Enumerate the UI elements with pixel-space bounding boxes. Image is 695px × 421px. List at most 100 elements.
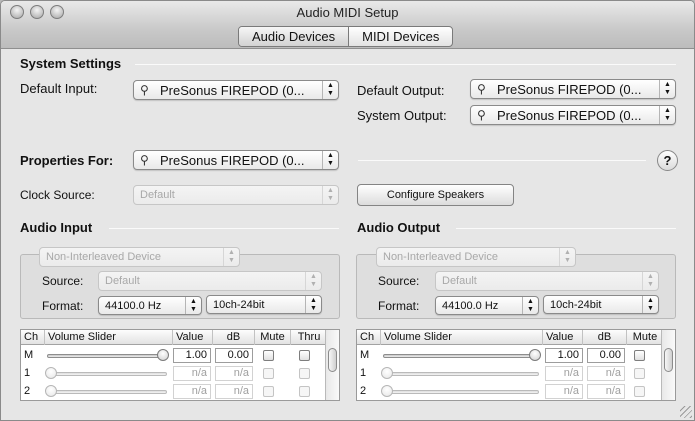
db-field[interactable]: 0.00 [215,348,253,363]
volume-slider-knob[interactable] [381,385,393,397]
value-field[interactable]: n/a [545,366,583,381]
firewire-icon: ⚲ [140,153,149,167]
channel-label: 1 [360,367,367,379]
audio-input-rate-popup[interactable]: 44100.0 Hz ▲ ▼ [98,296,202,315]
title-bar: Audio MIDI Setup Audio Devices MIDI Devi… [1,1,694,49]
db-field[interactable]: 0.00 [587,348,625,363]
column-db[interactable]: dB [213,330,255,345]
column-db[interactable]: dB [583,330,627,345]
audio-output-source-label: Source: [378,274,420,288]
value-field[interactable]: n/a [173,384,211,399]
configure-speakers-button[interactable]: Configure Speakers [357,184,514,206]
audio-output-channel-table: Ch Volume Slider Value dB Mute M 1.00 0.… [356,329,676,401]
channel-label: 2 [24,385,31,397]
audio-input-bits-value: 10ch-24bit [213,298,265,311]
audio-input-table-scrollbar[interactable] [325,330,339,400]
column-mute[interactable]: Mute [255,330,291,345]
column-ch[interactable]: Ch [21,330,45,345]
thru-checkbox[interactable] [299,368,310,379]
firewire-icon: ⚲ [477,108,486,122]
audio-output-format-label: Format: [378,299,420,313]
system-settings-heading: System Settings [20,56,122,71]
audio-input-device-mode-popup[interactable]: Non-Interleaved Device ▲ ▼ [39,247,240,267]
table-row: M 1.00 0.00 [21,347,325,365]
audio-output-divider [456,228,676,229]
popup-arrows-icon: ▲ ▼ [305,296,321,313]
table-row: 2 n/a n/a [357,383,661,400]
volume-slider[interactable] [47,372,167,376]
table-row: M 1.00 0.00 [357,347,661,365]
db-field[interactable]: n/a [587,366,625,381]
resize-grip-icon[interactable] [680,406,692,418]
volume-slider-knob[interactable] [45,385,57,397]
mute-checkbox[interactable] [263,386,274,397]
audio-input-heading: Audio Input [20,220,93,235]
mute-checkbox[interactable] [634,368,645,379]
popup-arrows-icon: ▲ ▼ [322,81,338,99]
audio-input-source-label: Source: [42,274,84,288]
db-field[interactable]: n/a [215,384,253,399]
audio-midi-setup-window: Audio MIDI Setup Audio Devices MIDI Devi… [0,0,695,421]
default-input-label: Default Input: [20,81,98,96]
system-output-popup[interactable]: ⚲ PreSonus FIREPOD (0... ▲ ▼ [470,105,676,125]
tab-midi-devices[interactable]: MIDI Devices [348,27,452,46]
audio-output-bits-popup[interactable]: 10ch-24bit ▲ ▼ [543,295,659,314]
volume-slider[interactable] [383,372,539,376]
properties-for-label: Properties For: [20,153,114,168]
audio-input-source-popup[interactable]: Default ▲ ▼ [98,271,322,291]
mute-checkbox[interactable] [634,350,645,361]
default-input-popup[interactable]: ⚲ PreSonus FIREPOD (0... ▲ ▼ [133,80,339,100]
audio-output-device-mode: Non-Interleaved Device [383,251,498,263]
volume-slider[interactable] [383,390,539,394]
value-field[interactable]: n/a [545,384,583,399]
value-field[interactable]: n/a [173,366,211,381]
thru-checkbox[interactable] [299,386,310,397]
properties-for-popup[interactable]: ⚲ PreSonus FIREPOD (0... ▲ ▼ [133,150,339,170]
popup-arrows-icon: ▲ ▼ [223,248,239,266]
channel-label: M [360,349,370,361]
column-value[interactable]: Value [543,330,583,345]
column-volume-slider[interactable]: Volume Slider [45,330,173,345]
table-row: 1 n/a n/a [357,365,661,383]
audio-output-table-scrollbar[interactable] [661,330,675,400]
scrollbar-thumb[interactable] [664,348,673,372]
clock-source-value: Default [140,189,175,201]
volume-slider-knob[interactable] [45,367,57,379]
properties-for-value: PreSonus FIREPOD (0... [160,152,305,168]
mute-checkbox[interactable] [263,368,274,379]
audio-output-device-mode-popup[interactable]: Non-Interleaved Device ▲ ▼ [376,247,576,267]
volume-slider[interactable] [47,390,167,394]
column-mute[interactable]: Mute [627,330,663,345]
audio-output-rate-popup[interactable]: 44100.0 Hz ▲ ▼ [435,296,539,315]
volume-slider[interactable] [383,354,539,358]
mute-checkbox[interactable] [263,350,274,361]
thru-checkbox[interactable] [299,350,310,361]
volume-slider-knob[interactable] [157,349,169,361]
help-button[interactable]: ? [657,150,678,171]
clock-source-popup[interactable]: Default ▲ ▼ [133,185,339,205]
volume-slider-knob[interactable] [529,349,541,361]
value-field[interactable]: 1.00 [545,348,583,363]
table-row: 2 n/a n/a [21,383,325,400]
audio-input-format-label: Format: [42,299,84,313]
volume-slider-knob[interactable] [381,367,393,379]
volume-slider[interactable] [47,354,167,358]
audio-output-source-popup[interactable]: Default ▲ ▼ [435,271,659,291]
system-output-value: PreSonus FIREPOD (0... [497,107,642,123]
tab-audio-devices[interactable]: Audio Devices [239,27,349,46]
default-output-popup[interactable]: ⚲ PreSonus FIREPOD (0... ▲ ▼ [470,79,676,99]
value-field[interactable]: 1.00 [173,348,211,363]
scrollbar-thumb[interactable] [328,348,337,372]
column-volume-slider[interactable]: Volume Slider [381,330,543,345]
audio-input-bits-popup[interactable]: 10ch-24bit ▲ ▼ [206,295,322,314]
audio-output-source-value: Default [442,275,477,287]
db-field[interactable]: n/a [215,366,253,381]
column-value[interactable]: Value [173,330,213,345]
db-field[interactable]: n/a [587,384,625,399]
audio-input-rate-value: 44100.0 Hz [105,299,162,312]
mute-checkbox[interactable] [634,386,645,397]
popup-arrows-icon: ▲ ▼ [659,80,675,98]
default-output-value: PreSonus FIREPOD (0... [497,81,642,97]
column-ch[interactable]: Ch [357,330,381,345]
column-thru[interactable]: Thru [291,330,327,345]
